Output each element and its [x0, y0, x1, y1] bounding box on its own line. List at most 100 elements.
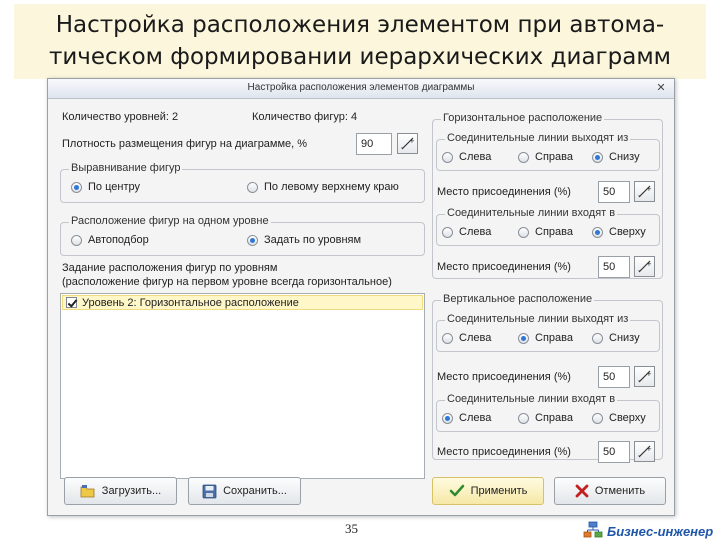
v-exit-point-edit-button[interactable]: + -: [634, 366, 655, 387]
level-layout-group: Расположение фигур на одном уровне Автоп…: [60, 215, 425, 256]
brand: Бизнес-инженер: [583, 521, 713, 542]
radio-empty-icon: [71, 234, 82, 246]
radio-empty-icon: [442, 226, 453, 238]
auto-layout-radio[interactable]: Автоподбор: [71, 234, 149, 246]
cancel-button-label: Отменить: [594, 485, 646, 497]
align-top-left-radio[interactable]: По левому верхнему краю: [247, 181, 399, 193]
h-exit-bottom-radio[interactable]: Снизу: [592, 151, 640, 163]
radio-selected-icon: [592, 226, 603, 238]
horizontal-enter-group: Соединительные линии входят в Слева Спра…: [436, 207, 660, 246]
h-enter-point-edit-button[interactable]: + -: [634, 256, 655, 277]
h-exit-left-radio[interactable]: Слева: [442, 151, 491, 163]
v-enter-left-radio[interactable]: Слева: [442, 412, 491, 424]
v-exit-left-radio[interactable]: Слева: [442, 332, 491, 344]
layout-settings-dialog: Настройка расположения элементов диаграм…: [47, 78, 675, 516]
radio-empty-icon: [518, 412, 529, 424]
radio-empty-icon: [247, 181, 258, 193]
h-enter-point-input[interactable]: 50: [598, 256, 630, 278]
slide-title: Настройка расположения элементом при авт…: [14, 4, 706, 79]
v-exit-point-label: Место присоединения (%): [437, 371, 571, 383]
v-exit-right-radio[interactable]: Справа: [518, 332, 573, 344]
density-label: Плотность размещения фигур на диаграмме,…: [62, 138, 308, 150]
list-item-label: Уровень 2: Горизонтальное расположение: [82, 296, 299, 309]
h-exit-point-edit-button[interactable]: + -: [634, 181, 655, 202]
h-enter-left-radio[interactable]: Слева: [442, 226, 491, 238]
v-enter-point-edit-button[interactable]: + -: [634, 441, 655, 462]
align-center-radio[interactable]: По центру: [71, 181, 140, 193]
vertical-group: Вертикальное расположение Соединительные…: [432, 293, 663, 463]
close-icon[interactable]: ✕: [654, 81, 668, 95]
apply-button[interactable]: Применить: [432, 477, 544, 505]
v-enter-top-radio[interactable]: Сверху: [592, 412, 646, 424]
radio-selected-icon: [442, 412, 453, 424]
vertical-exit-group: Соединительные линии выходят из Слева Сп…: [436, 313, 660, 352]
v-exit-point-input[interactable]: 50: [598, 366, 630, 388]
radio-selected-icon: [247, 234, 258, 246]
by-levels-radio[interactable]: Задать по уровням: [247, 234, 361, 246]
levels-list[interactable]: Уровень 2: Горизонтальное расположение: [60, 293, 425, 479]
v-exit-bottom-radio[interactable]: Снизу: [592, 332, 640, 344]
radio-empty-icon: [518, 151, 529, 163]
h-enter-top-radio[interactable]: Сверху: [592, 226, 646, 238]
list-item[interactable]: Уровень 2: Горизонтальное расположение: [62, 295, 423, 310]
radio-label: Снизу: [609, 151, 640, 163]
vertical-enter-group: Соединительные линии входят в Слева Спра…: [436, 393, 660, 432]
radio-label: По левому верхнему краю: [264, 181, 399, 193]
svg-text:+: +: [409, 137, 415, 145]
levels-count: Количество уровней: 2: [62, 111, 179, 123]
align-group: Выравнивание фигур По центру По левому в…: [60, 162, 425, 203]
radio-label: Слева: [459, 151, 492, 163]
radio-empty-icon: [442, 151, 453, 163]
load-button[interactable]: Загрузить...: [64, 477, 177, 505]
radio-label: Справа: [535, 412, 573, 424]
h-exit-right-radio[interactable]: Справа: [518, 151, 573, 163]
brand-logo-icon: [583, 521, 603, 542]
v-enter-right-radio[interactable]: Справа: [518, 412, 573, 424]
h-enter-right-radio[interactable]: Справа: [518, 226, 573, 238]
radio-empty-icon: [442, 332, 453, 344]
save-button-label: Сохранить...: [223, 485, 287, 497]
v-enter-point-label: Место присоединения (%): [437, 446, 571, 458]
slide-title-line-2: тическом формировании иерархических диаг…: [48, 44, 672, 70]
radio-label: Снизу: [609, 332, 640, 344]
edit-value-icon: + -: [638, 260, 652, 275]
apply-button-label: Применить: [470, 485, 528, 497]
cancel-button[interactable]: Отменить: [554, 477, 666, 505]
radio-label: Справа: [535, 332, 573, 344]
radio-label: Слева: [459, 332, 492, 344]
v-enter-point-input[interactable]: 50: [598, 441, 630, 463]
h-exit-point-label: Место присоединения (%): [437, 186, 571, 198]
align-group-title: Выравнивание фигур: [69, 162, 183, 174]
density-input[interactable]: 90: [356, 133, 392, 155]
radio-empty-icon: [592, 332, 603, 344]
horizontal-enter-title: Соединительные линии входят в: [445, 207, 618, 219]
horizontal-group-title: Горизонтальное расположение: [441, 112, 605, 124]
radio-empty-icon: [592, 412, 603, 424]
h-exit-point-input[interactable]: 50: [598, 181, 630, 203]
checkmark-icon: [449, 484, 465, 498]
radio-label: Справа: [535, 151, 573, 163]
levels-caption-line-2: (расположение фигур на первом уровне все…: [62, 276, 392, 288]
svg-text:+: +: [646, 445, 652, 453]
cancel-x-icon: [575, 484, 589, 498]
radio-label: Справа: [535, 226, 573, 238]
svg-text:+: +: [646, 185, 652, 193]
edit-value-icon: + -: [401, 137, 415, 152]
radio-selected-icon: [518, 332, 529, 344]
svg-text:+: +: [646, 260, 652, 268]
vertical-enter-title: Соединительные линии входят в: [445, 393, 618, 405]
radio-label: Задать по уровням: [264, 234, 362, 246]
vertical-group-title: Вертикальное расположение: [441, 293, 595, 305]
dialog-title: Настройка расположения элементов диаграм…: [247, 82, 475, 93]
density-edit-button[interactable]: + -: [397, 133, 418, 154]
edit-value-icon: + -: [638, 370, 652, 385]
dialog-titlebar: Настройка расположения элементов диаграм…: [48, 79, 674, 99]
radio-label: По центру: [88, 181, 140, 193]
save-button[interactable]: Сохранить...: [188, 477, 301, 505]
radio-label: Сверху: [609, 412, 646, 424]
radio-empty-icon: [518, 226, 529, 238]
slide-title-line-1: Настройка расположения элементом при авт…: [55, 12, 665, 38]
checkbox-checked-icon[interactable]: [66, 297, 77, 308]
radio-label: Сверху: [609, 226, 646, 238]
load-button-label: Загрузить...: [101, 485, 162, 497]
